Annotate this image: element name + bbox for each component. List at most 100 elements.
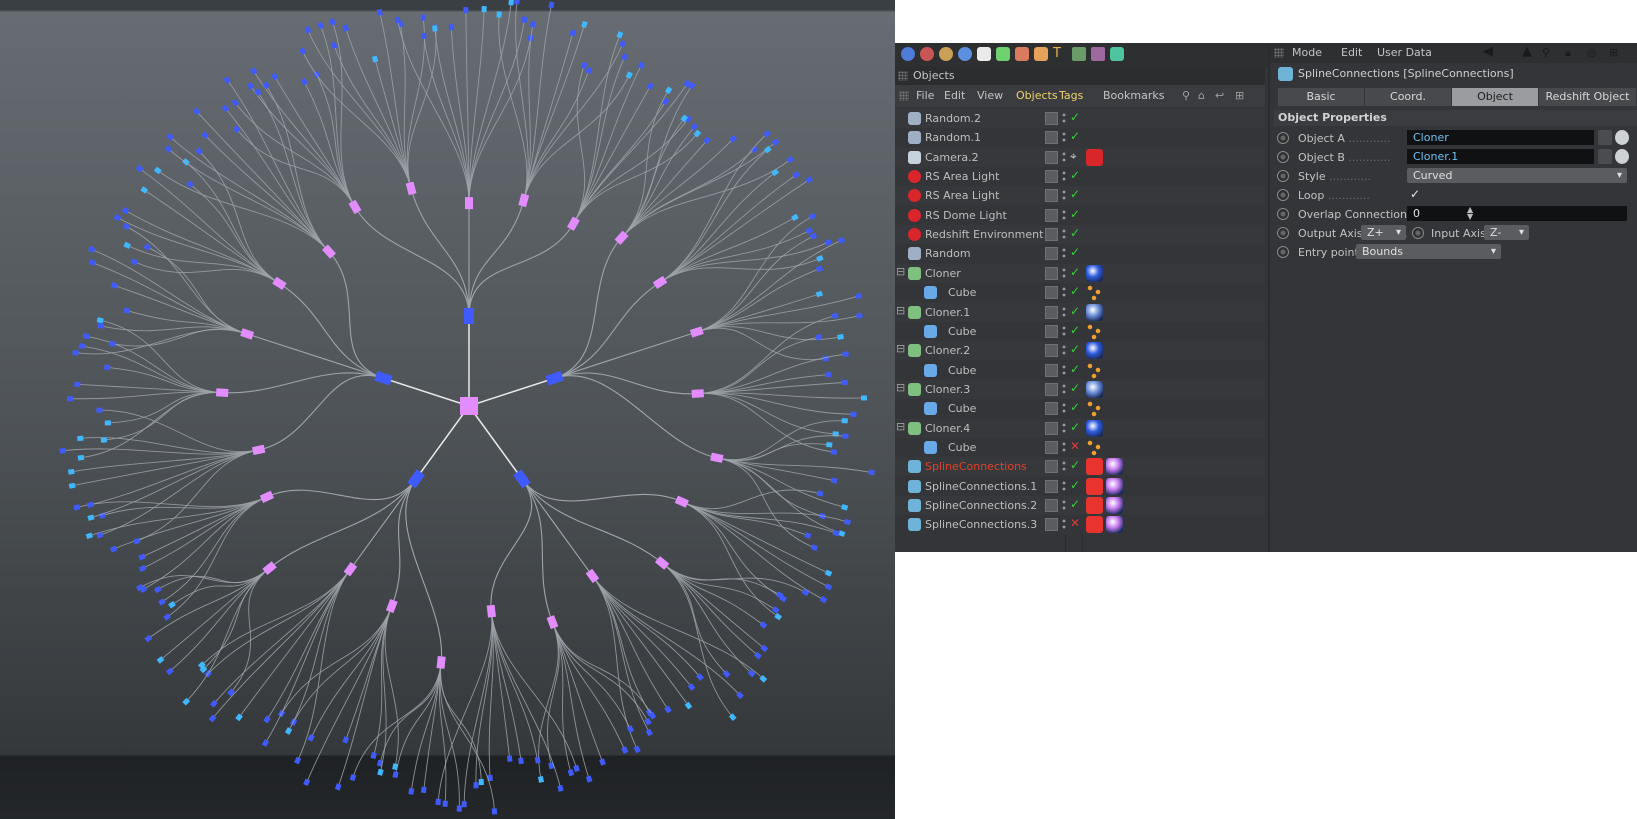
object-row[interactable]: Cube ✓: [895, 399, 1265, 419]
material-blue-icon[interactable]: [1086, 264, 1103, 282]
enabled-check-icon[interactable]: ✓: [1070, 245, 1080, 259]
layer-color-icon[interactable]: [1045, 440, 1058, 454]
link-menu-button[interactable]: [1598, 149, 1612, 164]
scene-icon[interactable]: [901, 47, 915, 61]
mograph-icon[interactable]: [996, 47, 1010, 61]
animate-radio[interactable]: [1277, 208, 1289, 220]
input-axis-dropdown[interactable]: Z-: [1484, 225, 1529, 240]
menu-edit[interactable]: Edit: [1341, 46, 1362, 59]
link-menu-button[interactable]: [1598, 130, 1612, 145]
visibility-dots-icon[interactable]: [1061, 247, 1067, 260]
visibility-dots-icon[interactable]: [1061, 499, 1067, 511]
material-blue-icon[interactable]: [1086, 419, 1103, 437]
object-row[interactable]: ⊟ Cloner.1 ✓: [895, 302, 1265, 322]
enabled-check-icon[interactable]: ✓: [1070, 187, 1080, 201]
enabled-check-icon[interactable]: ✓: [1070, 458, 1080, 472]
enabled-check-icon[interactable]: ✓: [1070, 342, 1080, 356]
object-row[interactable]: ⊟ Cloner ✓: [895, 263, 1265, 283]
enabled-check-icon[interactable]: ✓: [1070, 304, 1080, 318]
animate-radio[interactable]: [1277, 189, 1289, 201]
object-row[interactable]: SplineConnections.3 ✕: [895, 515, 1265, 535]
image-icon[interactable]: [1072, 47, 1086, 61]
visibility-dots-icon[interactable]: [1061, 112, 1067, 124]
layer-color-icon[interactable]: [1045, 150, 1058, 164]
enabled-check-icon[interactable]: ✓: [1070, 381, 1080, 395]
layer-color-icon[interactable]: [1045, 131, 1058, 145]
animate-radio[interactable]: [1412, 227, 1424, 239]
expand-toggle-icon[interactable]: ⊟: [896, 381, 905, 394]
enabled-check-icon[interactable]: ✓: [1070, 400, 1080, 414]
disabled-x-icon[interactable]: ✕: [1070, 516, 1080, 530]
layer-color-icon[interactable]: [1045, 363, 1058, 377]
menu-mode[interactable]: Mode: [1292, 46, 1322, 59]
image-grid-icon[interactable]: [1091, 47, 1105, 61]
animate-radio[interactable]: [1277, 170, 1289, 182]
object-row[interactable]: Cube ✓: [895, 321, 1265, 341]
visibility-dots-icon[interactable]: [1061, 460, 1067, 473]
target-icon[interactable]: ◎: [1587, 46, 1597, 59]
animate-radio[interactable]: [1277, 151, 1289, 163]
redshift-ipr-icon[interactable]: [939, 47, 953, 61]
enabled-check-icon[interactable]: ✓: [1070, 226, 1080, 240]
rs-camera-tag-icon[interactable]: [1086, 148, 1103, 166]
visibility-dots-icon[interactable]: [1061, 208, 1067, 221]
phong-tag-icon[interactable]: [1086, 322, 1103, 340]
tab-coord[interactable]: Coord.: [1365, 88, 1452, 106]
visibility-dots-icon[interactable]: [1061, 324, 1067, 337]
enabled-check-icon[interactable]: ✓: [1070, 362, 1080, 376]
menu-edit[interactable]: Edit: [944, 89, 965, 102]
layer-color-icon[interactable]: [1045, 266, 1058, 280]
enabled-check-icon[interactable]: ✓: [1070, 497, 1080, 511]
expand-toggle-icon[interactable]: ⊟: [896, 304, 905, 317]
text-icon[interactable]: T: [1053, 47, 1067, 61]
layer-color-icon[interactable]: [1045, 208, 1058, 222]
up-arrow-icon[interactable]: ▲: [1522, 44, 1532, 59]
layer-color-icon[interactable]: [1045, 344, 1058, 358]
layer-color-icon[interactable]: [1045, 402, 1058, 416]
visibility-dots-icon[interactable]: [1061, 266, 1067, 279]
object-row[interactable]: Cube ✕: [895, 437, 1265, 457]
material-pink-icon[interactable]: [1106, 477, 1123, 495]
back-icon[interactable]: ↩: [1215, 89, 1224, 102]
connect-icon[interactable]: [1110, 47, 1124, 61]
layer-color-icon[interactable]: [1045, 421, 1058, 435]
visibility-dots-icon[interactable]: [1061, 228, 1067, 241]
enabled-check-icon[interactable]: ✓: [1070, 207, 1080, 221]
rs-object-tag-icon[interactable]: [1086, 497, 1103, 514]
layer-color-icon[interactable]: [1045, 112, 1058, 125]
tab-object[interactable]: Object: [1452, 88, 1539, 106]
object-b-link-field[interactable]: Cloner.1: [1407, 149, 1594, 164]
layer-color-icon[interactable]: [1045, 382, 1058, 396]
light-icon[interactable]: [1015, 47, 1029, 61]
object-row[interactable]: SplineConnections.2 ✓: [895, 496, 1265, 515]
lock-icon[interactable]: 🔒︎: [1565, 46, 1571, 60]
menu-user-data[interactable]: User Data: [1377, 46, 1432, 59]
animate-radio[interactable]: [1277, 227, 1289, 239]
visibility-dots-icon[interactable]: [1061, 305, 1067, 318]
material-pink-icon[interactable]: [1106, 497, 1123, 514]
visibility-dots-icon[interactable]: [1061, 421, 1067, 434]
object-row[interactable]: Random.1 ✓: [895, 128, 1265, 148]
visibility-dots-icon[interactable]: [1061, 479, 1067, 492]
new-panel-icon[interactable]: ⊞: [1609, 46, 1618, 59]
visibility-dots-icon[interactable]: [1061, 131, 1067, 144]
rs-object-tag-icon[interactable]: [1086, 458, 1103, 476]
visibility-dots-icon[interactable]: [1061, 286, 1067, 299]
menu-bookmarks[interactable]: Bookmarks: [1103, 89, 1164, 102]
pick-object-icon[interactable]: [1615, 149, 1629, 164]
tab-basic[interactable]: Basic: [1278, 88, 1365, 106]
expand-toggle-icon[interactable]: ⊟: [896, 265, 905, 278]
visibility-dots-icon[interactable]: [1061, 518, 1067, 531]
panel-grip-icon[interactable]: [899, 91, 909, 101]
enabled-check-icon[interactable]: ✓: [1070, 478, 1080, 492]
object-row[interactable]: RS Area Light ✓: [895, 186, 1265, 206]
layer-color-icon[interactable]: [1045, 479, 1058, 493]
search-icon[interactable]: ⚲: [1542, 46, 1550, 59]
panel-grip-icon[interactable]: [898, 71, 908, 81]
enabled-check-icon[interactable]: ✓: [1070, 110, 1080, 124]
object-row[interactable]: Camera.2 ⌖: [895, 147, 1265, 167]
phong-tag-icon[interactable]: [1086, 361, 1103, 379]
animate-radio[interactable]: [1277, 246, 1289, 258]
material-blue-icon[interactable]: [1086, 342, 1103, 360]
layer-color-icon[interactable]: [1045, 324, 1058, 338]
